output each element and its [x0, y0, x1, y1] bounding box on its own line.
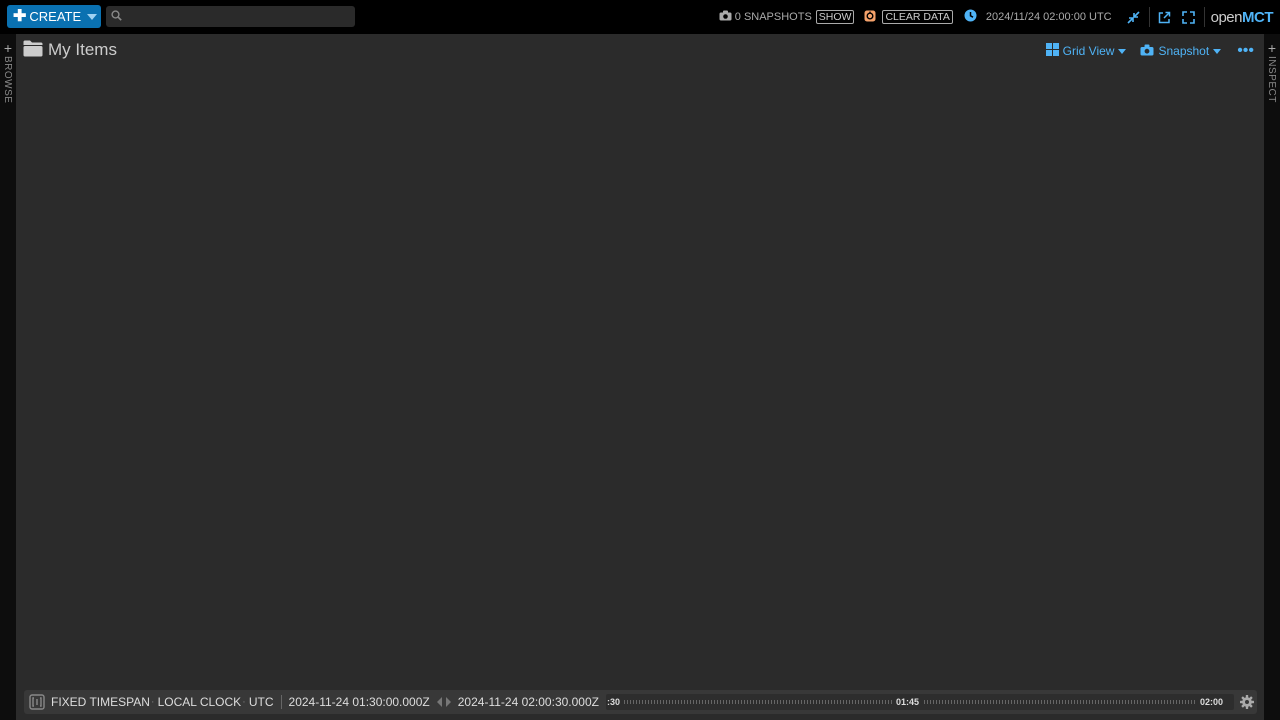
create-button[interactable]: ✚ CREATE	[7, 5, 101, 28]
time-conductor: FIXED TIMESPAN · LOCAL CLOCK · UTC 2024-…	[24, 690, 1257, 714]
more-options-icon[interactable]: •••	[1237, 43, 1254, 59]
tick-label: 02:00	[1196, 696, 1227, 708]
chevron-down-icon	[1213, 48, 1222, 54]
gear-icon[interactable]	[1239, 695, 1254, 709]
snapshots-indicator: 0 SNAPSHOTS SHOW	[719, 10, 855, 24]
clear-data-icon	[864, 10, 879, 25]
grid-icon	[1045, 43, 1063, 59]
time-conductor-icon[interactable]	[25, 694, 49, 710]
browse-pane-toggle[interactable]: BROWSE	[2, 56, 13, 103]
browse-pane-collapsed: + BROWSE	[0, 34, 16, 720]
snapshot-button[interactable]: Snapshot	[1140, 44, 1222, 59]
swap-arrows-icon	[436, 697, 451, 707]
camera-icon	[1140, 44, 1158, 59]
new-window-icon[interactable]	[1153, 5, 1177, 29]
clock-text: 2024/11/24 02:00:00 UTC	[985, 11, 1112, 23]
clock-icon	[964, 9, 980, 25]
collapse-icon[interactable]	[1122, 5, 1146, 29]
expand-browse-icon[interactable]: +	[3, 41, 13, 55]
object-actions: Grid View Snapshot •••	[1032, 43, 1254, 59]
camera-icon	[719, 10, 735, 24]
object-title: My Items	[23, 40, 117, 60]
divider	[280, 695, 282, 709]
create-label: CREATE	[29, 9, 82, 24]
object-header: My Items Grid View Snapshot •••	[16, 34, 1264, 68]
status-area: 0 SNAPSHOTS SHOW CLEAR DATA 2024/11/24 0…	[719, 0, 1280, 34]
fullscreen-icon[interactable]	[1177, 5, 1201, 29]
clear-data-button[interactable]: CLEAR DATA	[882, 10, 953, 24]
mode-selector[interactable]: FIXED TIMESPAN	[51, 695, 150, 709]
start-time-input[interactable]: 2024-11-24 01:30:00.000Z	[289, 695, 430, 709]
search-box[interactable]	[106, 6, 355, 27]
snapshot-label: Snapshot	[1158, 44, 1210, 58]
search-input[interactable]	[126, 8, 350, 25]
openmct-logo[interactable]: openMCT	[1210, 8, 1274, 26]
snapshots-count: 0 SNAPSHOTS	[734, 11, 812, 23]
toolbar-divider	[1148, 7, 1150, 27]
main-content: My Items Grid View Snapshot ••• FIXED TI…	[16, 34, 1264, 720]
clock-indicator: 2024/11/24 02:00:00 UTC	[964, 9, 1112, 25]
separator-dot: ·	[242, 696, 246, 708]
separator-dot: ·	[150, 696, 155, 708]
logo-suffix: MCT	[1242, 8, 1274, 26]
inspect-pane-toggle[interactable]: INSPECT	[1266, 56, 1277, 103]
view-switcher-button[interactable]: Grid View	[1045, 43, 1127, 59]
page-title: My Items	[48, 40, 117, 59]
clear-data-indicator: CLEAR DATA	[864, 10, 953, 25]
folder-icon	[23, 40, 43, 60]
toolbar-divider	[1203, 7, 1205, 27]
view-switcher-label: Grid View	[1062, 44, 1115, 58]
chevron-down-icon	[87, 13, 98, 20]
search-icon	[111, 9, 122, 24]
expand-inspect-icon[interactable]: +	[1267, 41, 1277, 55]
end-time-input[interactable]: 2024-11-24 02:00:30.000Z	[458, 695, 599, 709]
clock-selector[interactable]: LOCAL CLOCK	[158, 695, 242, 709]
top-bar: ✚ CREATE 0 SNAPSHOTS SHOW CLEAR DATA 202…	[0, 0, 1280, 34]
tick-label: 01:45	[892, 696, 923, 708]
inspect-pane-collapsed: + INSPECT	[1264, 34, 1280, 720]
show-snapshots-button[interactable]: SHOW	[815, 10, 855, 24]
chevron-down-icon	[1118, 48, 1127, 54]
logo-prefix: open	[1210, 8, 1243, 26]
plus-icon: ✚	[13, 7, 27, 25]
time-axis[interactable]: :30 01:45 02:00	[605, 694, 1234, 710]
tick-label: :30	[605, 696, 623, 708]
timezone-selector[interactable]: UTC	[249, 695, 274, 709]
